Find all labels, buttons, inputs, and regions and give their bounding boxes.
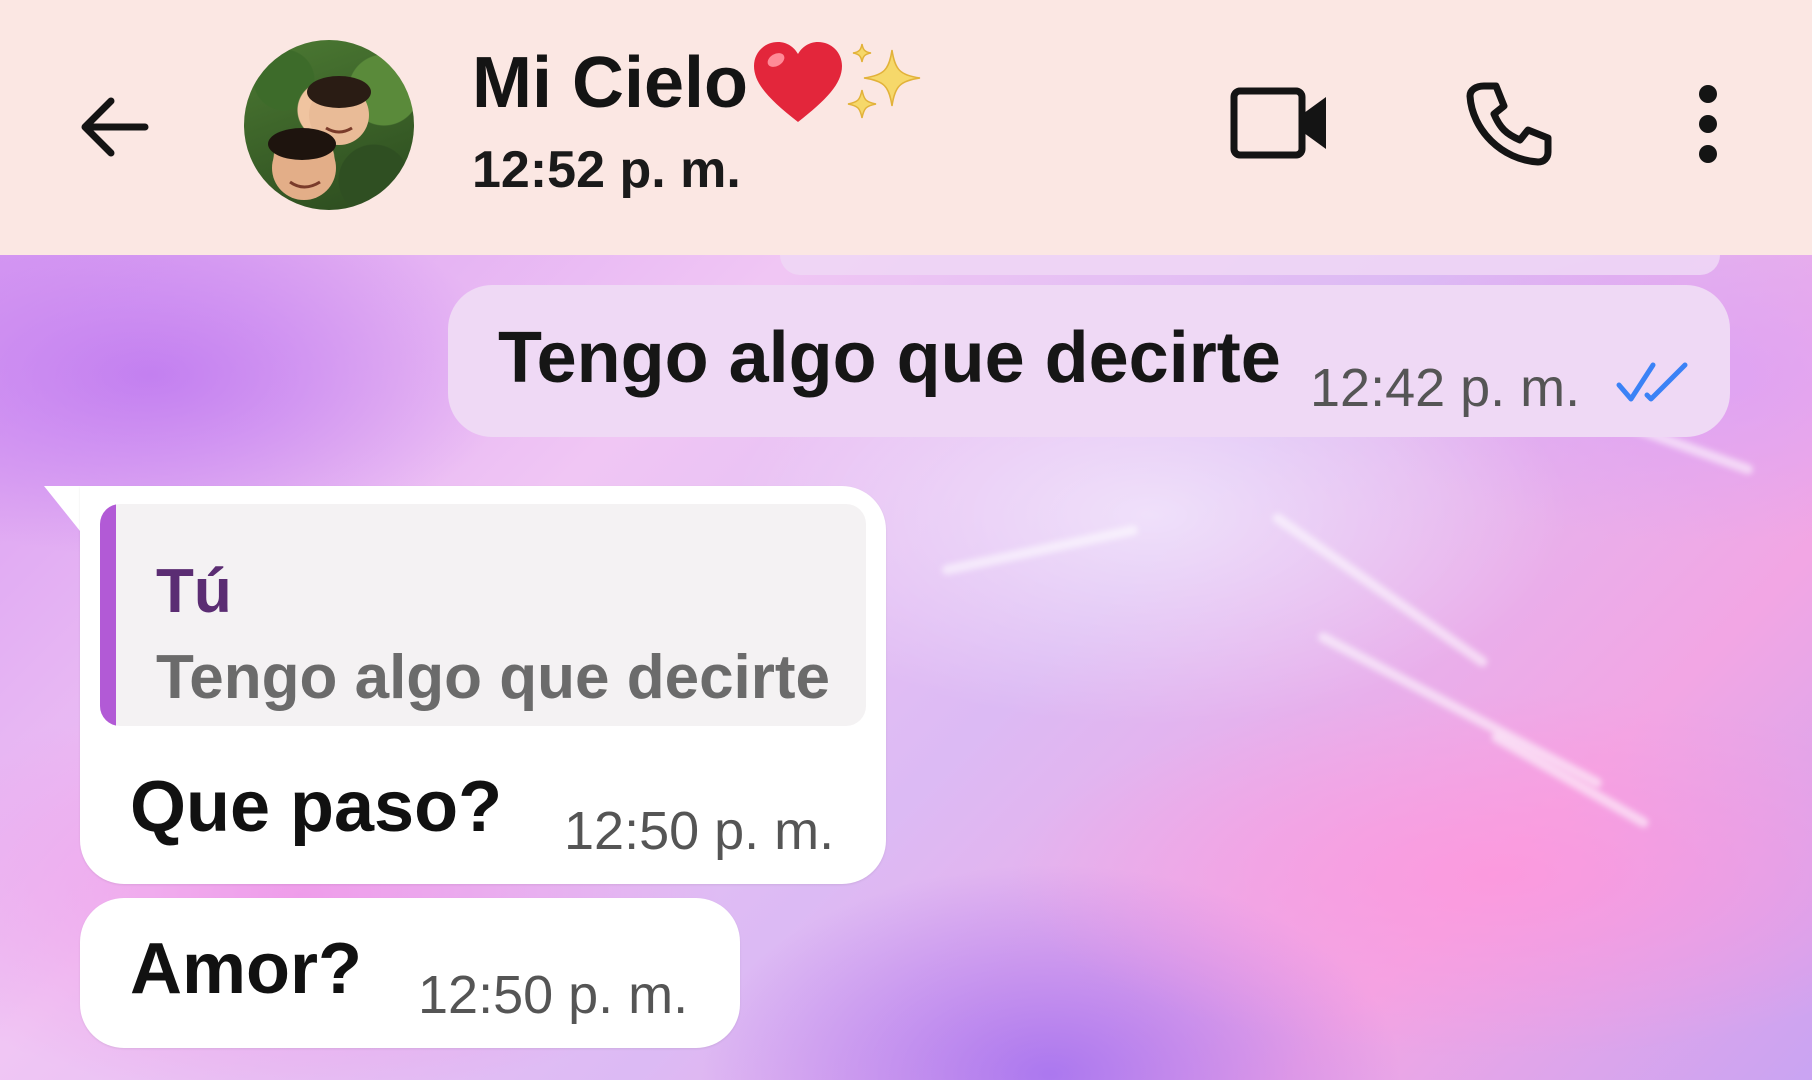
avatar-photo	[268, 76, 371, 200]
previous-message-edge	[780, 255, 1720, 275]
quote-bar	[100, 504, 116, 726]
more-vertical-icon	[1699, 85, 1717, 163]
contact-last-seen: 12:52 p. m.	[472, 141, 741, 199]
contact-name[interactable]: Mi Cielo	[472, 38, 932, 128]
message-time: 12:50 p. m.	[418, 965, 689, 1025]
incoming-message[interactable]: Amor? 12:50 p. m.	[80, 898, 740, 1048]
more-options-button[interactable]	[1680, 76, 1736, 172]
message-text: Tengo algo que decirte	[498, 318, 1281, 398]
incoming-message-reply[interactable]: Tú Tengo algo que decirte Que paso? 12:5…	[80, 486, 886, 884]
quoted-author: Tú	[156, 557, 232, 626]
bubble-tail	[44, 486, 84, 536]
message-time: 12:42 p. m.	[1310, 358, 1581, 418]
quoted-message[interactable]: Tú Tengo algo que decirte	[100, 504, 866, 726]
double-check-read-icon	[1616, 362, 1688, 402]
back-button[interactable]	[70, 82, 160, 172]
phone-icon	[1466, 82, 1552, 166]
message-text: Amor?	[130, 929, 362, 1009]
back-arrow-icon	[81, 97, 149, 157]
chat-header: Mi Cielo 12:52 p. m.	[0, 0, 1812, 255]
sparkles-icon	[847, 43, 921, 119]
red-heart-icon	[754, 42, 843, 122]
message-text: Que paso?	[130, 767, 503, 847]
contact-name-text: Mi Cielo	[472, 43, 749, 123]
quoted-text: Tengo algo que decirte	[156, 643, 831, 712]
contact-avatar[interactable]	[244, 40, 414, 210]
video-call-button[interactable]	[1228, 78, 1332, 168]
voice-call-button[interactable]	[1460, 76, 1556, 172]
video-camera-icon	[1230, 87, 1326, 159]
outgoing-message[interactable]: Tengo algo que decirte 12:42 p. m.	[448, 285, 1730, 437]
message-time: 12:50 p. m.	[564, 801, 835, 861]
